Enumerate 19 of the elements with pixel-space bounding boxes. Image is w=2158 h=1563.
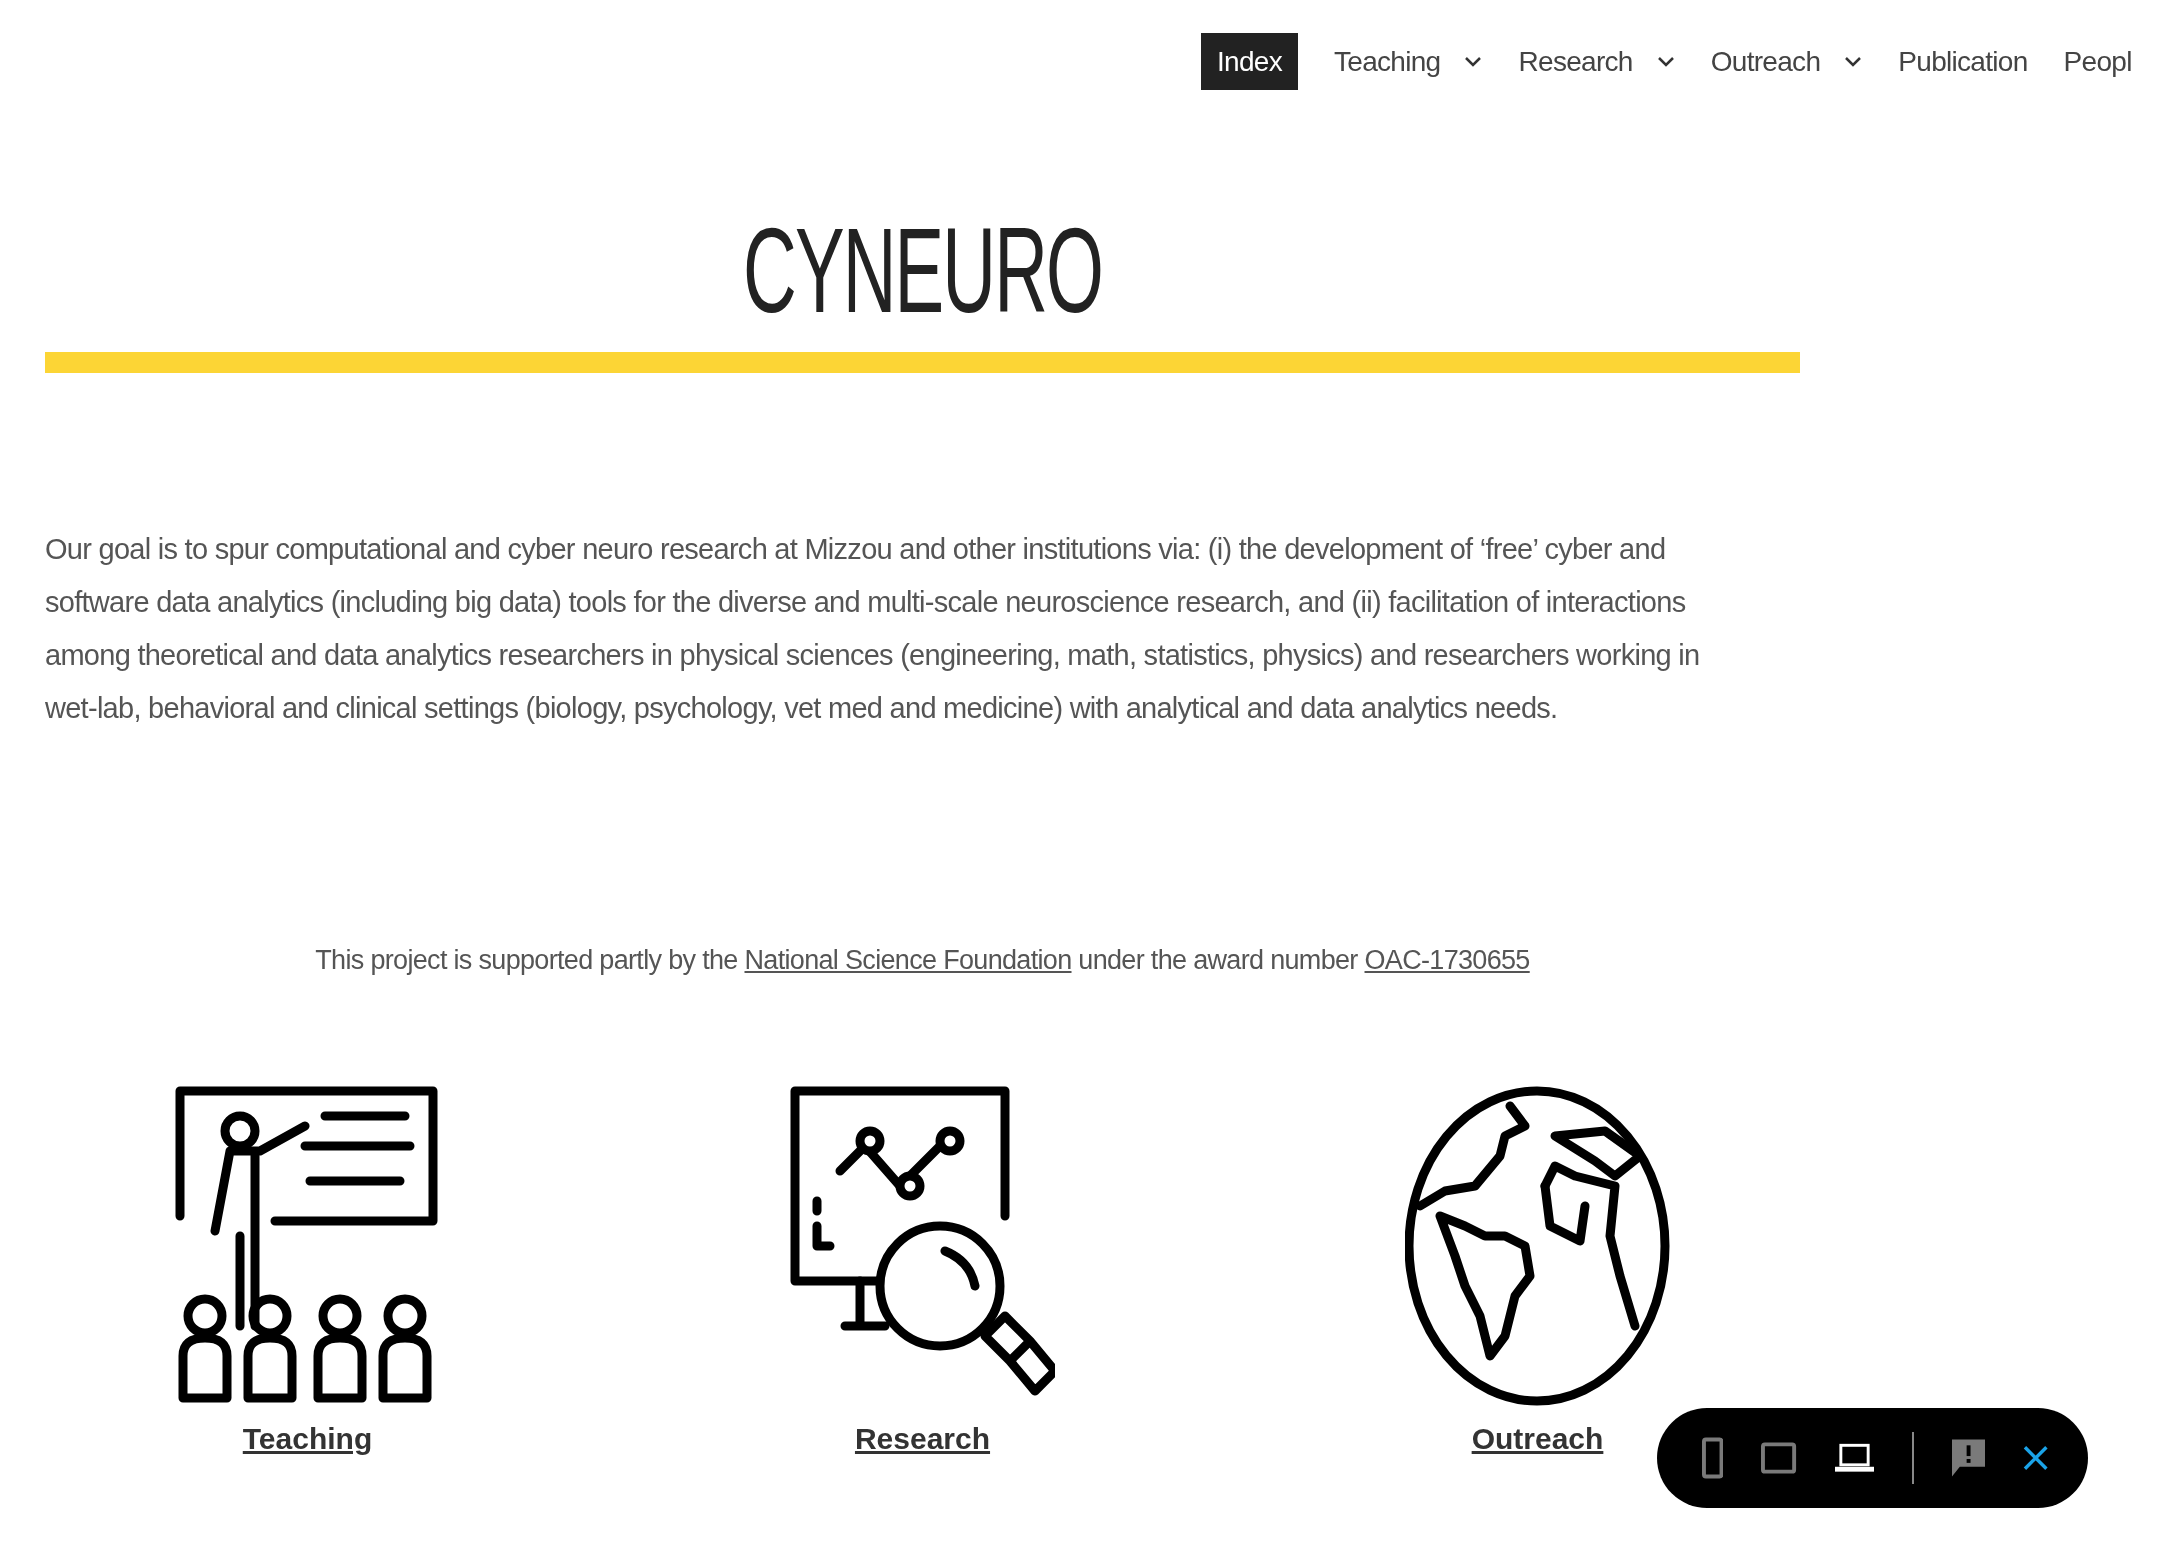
feedback-icon[interactable] <box>1951 1439 1985 1477</box>
tablet-icon[interactable] <box>1761 1442 1797 1474</box>
laptop-icon[interactable] <box>1834 1443 1874 1473</box>
award-link[interactable]: OAC-1730655 <box>1364 945 1530 975</box>
nav-link[interactable]: Outreach <box>1710 33 1821 90</box>
nav-link[interactable]: Index <box>1201 33 1298 90</box>
phone-icon[interactable] <box>1702 1437 1724 1479</box>
nav-link[interactable]: Research <box>1518 33 1633 90</box>
close-icon[interactable] <box>2022 1445 2048 1471</box>
nav-link[interactable]: Publication <box>1898 33 2028 90</box>
section-link[interactable]: Research <box>854 1415 991 1461</box>
nsf-link[interactable]: National Science Foundation <box>744 945 1072 975</box>
section-link[interactable]: Teaching <box>242 1415 373 1461</box>
page-title: CYNEURO <box>743 210 1102 330</box>
intro-paragraph: Our goal is to spur computational and cyber neuro research at Mizzou and other institutions via: (i) the development of ‘free’ cyber and software data analytics (including big data) tools for the diverse and multi-scale neuroscience research, and (ii) facilitation of interactions among theoretical and data analytics researchers in physical sciences (engineering, math, statistics, physics) and researchers working in wet-lab, behavioral and clinical settings (biology, psychology, vet med and medicine) with analytical and data analytics needs. <box>45 532 1701 726</box>
nav-link[interactable]: Peopl <box>2063 33 2132 90</box>
support-note: This project is supported partly by the National Science Foundation under the award number OAC-1730655 <box>314 944 1531 977</box>
section-link[interactable]: Outreach <box>1471 1415 1604 1461</box>
nav-link[interactable]: Teaching <box>1334 33 1441 90</box>
